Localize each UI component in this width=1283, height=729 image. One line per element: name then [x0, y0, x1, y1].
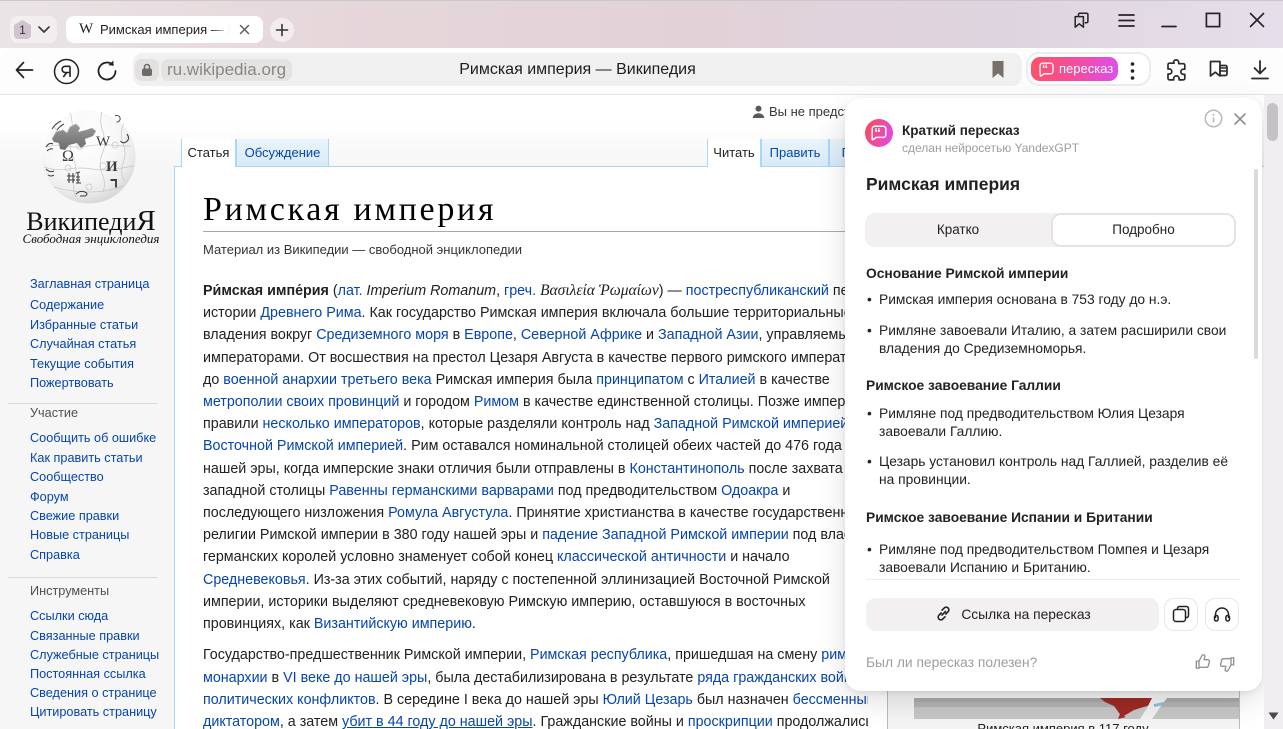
svg-text:И: И: [106, 159, 118, 175]
svg-text:“: “: [874, 125, 881, 141]
svg-text:“: “: [1042, 62, 1048, 76]
svg-text:W: W: [96, 134, 111, 150]
svg-text:Ω: Ω: [62, 148, 74, 165]
